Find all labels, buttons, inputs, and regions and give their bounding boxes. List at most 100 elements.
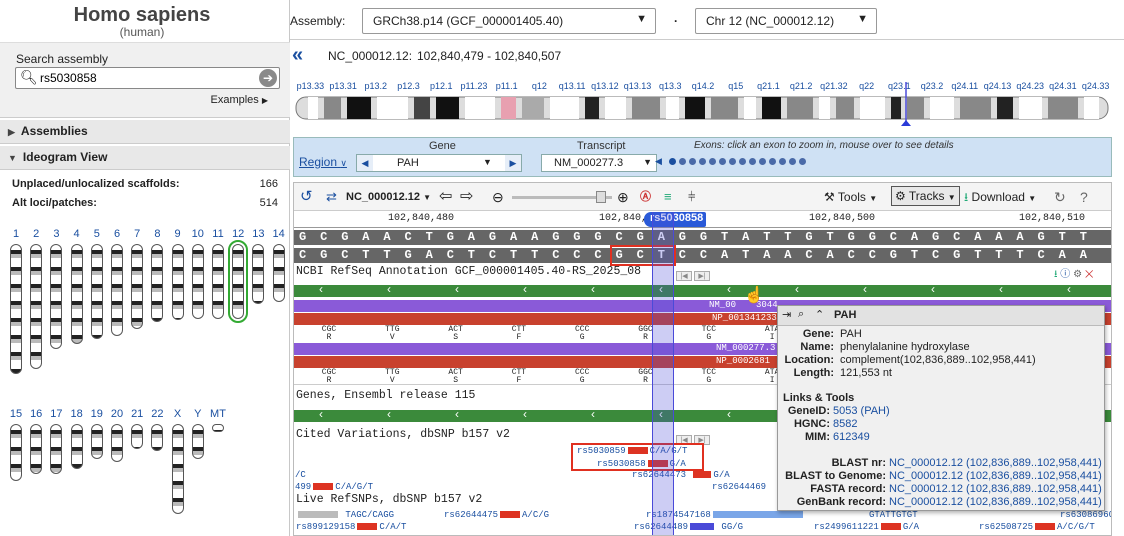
pin-icon[interactable]: ⇥ <box>782 308 791 321</box>
chromosome-label[interactable]: 6 <box>109 228 125 240</box>
chromosome-ideogram-2[interactable] <box>30 244 43 369</box>
transcript-select[interactable]: NM_000277.3 ▼ <box>541 154 657 172</box>
chromosome-label[interactable]: 8 <box>149 228 165 240</box>
exon-dot[interactable] <box>769 158 776 165</box>
exon-dot[interactable] <box>669 158 676 165</box>
chromosome-ideogram-5[interactable] <box>90 244 103 339</box>
chromosome-ideogram-16[interactable] <box>30 424 43 474</box>
chromosome-label[interactable]: 11 <box>210 228 226 240</box>
collapse-left-icon[interactable]: « <box>292 44 303 66</box>
previous-exon-icon[interactable]: ◀ <box>655 156 662 167</box>
exon-dot[interactable] <box>749 158 756 165</box>
chromosome-label[interactable]: 12 <box>230 228 246 240</box>
exon-dot[interactable] <box>709 158 716 165</box>
info-icon[interactable]: ⓘ <box>1060 269 1070 280</box>
chromosome-ideogram-1[interactable] <box>10 244 22 374</box>
ideogram-section-header[interactable]: ▼ Ideogram View <box>0 146 290 170</box>
chromosome-ideogram-3[interactable] <box>50 244 63 349</box>
chromosome-label[interactable]: 16 <box>28 408 44 420</box>
pan-right-icon[interactable]: ⇨ <box>460 187 473 207</box>
variant-item[interactable]: 499 C/A/G/T <box>295 482 373 492</box>
exon-dot[interactable] <box>799 158 806 165</box>
chromosome-ideogram-Y[interactable] <box>191 424 204 459</box>
track-nav-buttons[interactable]: |◀ ▶| <box>676 267 718 281</box>
chromosome-ideogram[interactable]: p13.33 p13.31 p13.2 p12.3 p12.1 p11.23 p11.1 q1… <box>294 80 1112 126</box>
next-gene-icon[interactable]: ▶ <box>505 155 521 171</box>
fasta-link[interactable]: NC_000012.12 (102,836,889..102,958,441) <box>889 483 1102 495</box>
chromosome-label[interactable]: 1 <box>8 228 24 240</box>
search-icon[interactable]: ⌕ <box>798 308 804 321</box>
chromosome-ideogram-7[interactable] <box>131 244 144 329</box>
variant-item[interactable]: GTATTGTGT <box>869 510 918 520</box>
chromosome-ideogram-9[interactable] <box>171 244 184 320</box>
chromosome-label[interactable]: 20 <box>109 408 125 420</box>
gene-selector[interactable]: ◀ PAH ▼ ▶ <box>356 154 522 172</box>
chromosome-ideogram-X[interactable] <box>171 424 184 514</box>
chromosome-label[interactable]: 3 <box>48 228 64 240</box>
variant-item[interactable]: rs62644489 GG/G <box>634 522 743 532</box>
chromosome-ideogram-22[interactable] <box>151 424 164 451</box>
flip-strand-icon[interactable]: ⇄ <box>326 187 337 207</box>
chromosome-label[interactable]: 10 <box>190 228 206 240</box>
variant-item[interactable]: rs62644473 G/A <box>632 470 730 480</box>
gene-feature-bar[interactable]: ‹ ‹ ‹ ‹ ‹ ‹ ‹ ‹ ‹ ‹ ‹ ‹ <box>294 282 1111 297</box>
chromosome-label[interactable]: 22 <box>149 408 165 420</box>
chromosome-ideogram-12[interactable] <box>228 240 249 323</box>
chromosome-label[interactable]: 18 <box>69 408 85 420</box>
track-title-cited[interactable]: Cited Variations, dbSNP b157 v2 <box>296 428 510 441</box>
region-link[interactable]: Region ∨ <box>299 155 347 169</box>
variant-item[interactable]: rs62644469 <box>712 482 766 492</box>
chromosome-ideogram-21[interactable] <box>131 424 144 449</box>
assembly-select[interactable]: GRCh38.p14 (GCF_000001405.40) ▼ <box>362 8 656 34</box>
chromosome-label[interactable]: 15 <box>8 408 24 420</box>
chromosome-label[interactable]: 2 <box>28 228 44 240</box>
chromosome-ideogram-18[interactable] <box>70 424 83 469</box>
chromosome-ideogram-MT[interactable] <box>212 424 224 432</box>
chromosome-ideogram-10[interactable] <box>191 244 204 319</box>
exon-dot[interactable] <box>699 158 706 165</box>
chromosome-label[interactable]: 13 <box>250 228 266 240</box>
chromosome-label[interactable]: X <box>170 408 186 420</box>
chromosome-ideogram-8[interactable] <box>151 244 164 322</box>
sequence-id-menu[interactable]: NC_000012.12 ▼ <box>346 187 431 207</box>
chromosome-label[interactable]: 17 <box>48 408 64 420</box>
search-go-icon[interactable]: ➔ <box>259 69 277 87</box>
exon-dot[interactable] <box>719 158 726 165</box>
blast-nr-link[interactable]: NC_000012.12 (102,836,889..102,958,441) <box>889 457 1102 469</box>
variant-item[interactable]: rs899129158 C/A/T <box>296 522 406 532</box>
variant-item[interactable]: TAGC/CAGG <box>296 510 394 520</box>
refresh-icon[interactable]: ↻ <box>1054 187 1066 207</box>
exon-dot[interactable] <box>729 158 736 165</box>
chromosome-ideogram-14[interactable] <box>272 244 285 302</box>
next-feature-icon[interactable]: ▶| <box>694 271 710 281</box>
tracks-menu[interactable]: ⚙ Tracks ▼ <box>891 186 960 206</box>
exon-dot[interactable] <box>689 158 696 165</box>
mim-link[interactable]: 612349 <box>833 431 870 443</box>
exon-dot[interactable] <box>779 158 786 165</box>
chromosome-ideogram-15[interactable] <box>10 424 22 481</box>
zoom-slider-handle[interactable] <box>596 191 606 203</box>
reset-icon[interactable]: ↺ <box>300 187 313 207</box>
previous-gene-icon[interactable]: ◀ <box>357 155 373 171</box>
chromosome-ideogram-11[interactable] <box>212 244 224 319</box>
chromosome-ideogram-20[interactable] <box>111 424 123 462</box>
chromosome-ideogram-17[interactable] <box>50 424 63 474</box>
chromosome-label[interactable]: 19 <box>89 408 105 420</box>
variant-item[interactable]: rs2499611221 G/A <box>814 522 919 532</box>
track-title-ensembl[interactable]: Genes, Ensembl release 115 <box>296 389 475 402</box>
track-title-live[interactable]: Live RefSNPs, dbSNP b157 v2 <box>296 493 482 506</box>
search-input[interactable] <box>40 70 250 86</box>
collapse-icon[interactable]: ⌃ <box>815 308 824 321</box>
variant-item[interactable]: /C <box>295 470 306 480</box>
chromosome-label[interactable]: 4 <box>69 228 85 240</box>
close-icon[interactable]: ✕ <box>1085 269 1094 280</box>
chromosome-label[interactable]: 7 <box>129 228 145 240</box>
download-icon[interactable]: ⭳ <box>1054 269 1058 280</box>
prev-feature-icon[interactable]: |◀ <box>676 271 692 281</box>
chromosome-select[interactable]: Chr 12 (NC_000012.12) ▼ <box>695 8 877 34</box>
pan-left-icon[interactable]: ⇦ <box>439 187 452 207</box>
assemblies-section-header[interactable]: ▶ Assemblies <box>0 120 290 144</box>
exon-dot[interactable] <box>739 158 746 165</box>
split-view-icon[interactable]: ⫩ <box>688 187 695 207</box>
variant-item[interactable]: rs63086960 <box>1060 510 1111 520</box>
